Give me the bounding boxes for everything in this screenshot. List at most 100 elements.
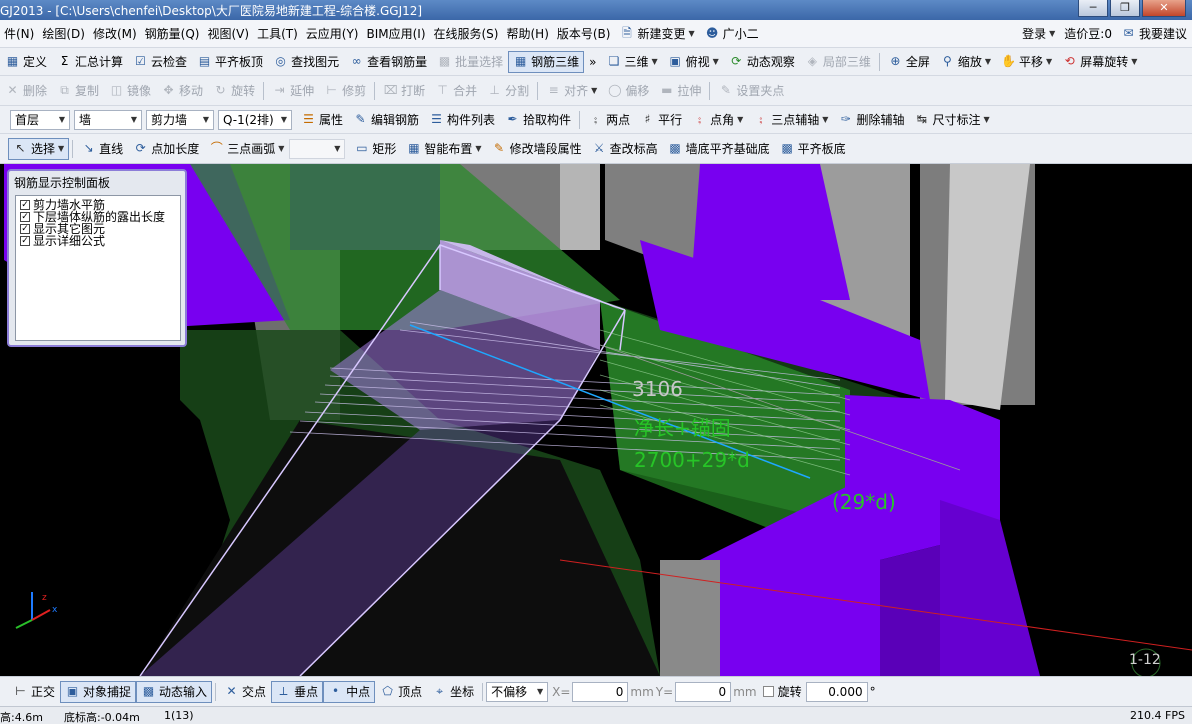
maximize-button[interactable]: ❐ <box>1110 0 1140 17</box>
offset-mode-select[interactable]: 不偏移 ▼ <box>486 681 549 702</box>
dynamic-view-button[interactable]: ⟳ 动态观察 <box>724 51 800 73</box>
split-button[interactable]: ⊥ 分割 <box>482 80 534 102</box>
flush-top-button[interactable]: ▤ 平齐板顶 <box>192 51 268 73</box>
copy-button[interactable]: ⧉ 复制 <box>52 80 104 102</box>
delete-axis-button[interactable]: ✑ 删除辅轴 <box>833 109 909 131</box>
pan-button[interactable]: ✋ 平移 ▼ <box>996 51 1057 73</box>
define-button[interactable]: ▦ 定义 <box>0 51 52 73</box>
dynamic-input-toggle[interactable]: ▩ 动态输入 <box>136 680 213 703</box>
menu-tools[interactable]: 工具(T) <box>253 20 302 47</box>
menu-modify[interactable]: 修改(M) <box>89 20 141 47</box>
rect-button[interactable]: ▭ 矩形 <box>349 138 401 160</box>
three-point-arc-button[interactable]: ⌒ 三点画弧 ▼ <box>204 138 289 160</box>
login-button[interactable]: 登录 ▼ <box>1017 23 1060 45</box>
menu-draw[interactable]: 绘图(D) <box>38 20 89 47</box>
trim-button[interactable]: ⊢ 修剪 <box>319 80 371 102</box>
zoom-button[interactable]: ⚲ 缩放 ▼ <box>935 51 996 73</box>
rebar-display-panel[interactable]: 钢筋显示控制面板 ✓ 剪力墙水平筋 ✓ 下层墙体纵筋的露出长度 ✓ 显示其它图元 ✓ 显… <box>7 169 187 347</box>
checkbox-checked-icon[interactable]: ✓ <box>20 212 30 222</box>
x-input[interactable]: 0 <box>572 681 629 702</box>
rotate-button[interactable]: ↻ 旋转 <box>208 80 260 102</box>
coordinate-snap[interactable]: ⌖ 坐标 <box>427 681 479 703</box>
menu-cloud[interactable]: 云应用(Y) <box>302 20 363 47</box>
extend-button[interactable]: ⇥ 延伸 <box>267 80 319 102</box>
rebar-3d-button[interactable]: ▦ 钢筋三维 <box>508 50 585 73</box>
suggest-button[interactable]: ✉ 我要建议 <box>1116 23 1192 45</box>
break-button[interactable]: ⌧ 打断 <box>378 80 430 102</box>
perpendicular-snap[interactable]: ⟂ 垂点 <box>271 680 324 703</box>
mirror-button[interactable]: ◫ 镜像 <box>104 80 156 102</box>
batch-select-button[interactable]: ▩ 批量选择 <box>432 51 508 73</box>
top-view-icon: ▣ <box>669 54 681 68</box>
screen-rotate-button[interactable]: ⟲ 屏幕旋转 ▼ <box>1057 51 1142 73</box>
type-select[interactable]: 剪力墙 ▼ <box>146 109 214 130</box>
dimension-button[interactable]: ↹ 尺寸标注 ▼ <box>909 109 994 131</box>
floor-select[interactable]: 首层 ▼ <box>10 109 70 130</box>
three-point-axis-button[interactable]: ⨟ 三点辅轴 ▼ <box>748 109 833 131</box>
checkbox-checked-icon[interactable]: ✓ <box>20 200 30 210</box>
object-snap-toggle[interactable]: ▣ 对象捕捉 <box>60 680 137 703</box>
check-elevation-button[interactable]: ⚔ 查改标高 <box>587 138 663 160</box>
checkbox-checked-icon[interactable]: ✓ <box>20 236 30 246</box>
stretch-button[interactable]: ▬ 拉伸 <box>654 80 706 102</box>
menu-rebar-qty[interactable]: 钢筋量(Q) <box>141 20 204 47</box>
menu-file[interactable]: 件(N) <box>0 20 38 47</box>
align-slab-bottom-button[interactable]: ▩ 平齐板底 <box>775 138 851 160</box>
pick-element-button[interactable]: ✒ 拾取构件 <box>500 109 576 131</box>
rotate-checkbox[interactable] <box>762 686 774 697</box>
cloud-check-button[interactable]: ☑ 云检查 <box>128 51 192 73</box>
separator <box>709 81 711 100</box>
edit-rebar-button[interactable]: ✎ 编辑钢筋 <box>348 109 424 131</box>
smart-layout-button[interactable]: ▦ 智能布置 ▼ <box>401 138 486 160</box>
y-input[interactable]: 0 <box>675 681 732 702</box>
menu-version[interactable]: 版本号(B) <box>553 20 615 47</box>
xiaoer-button[interactable]: ☻ 广小二 <box>700 23 764 45</box>
view-rebar-button[interactable]: ∞ 查看钢筋量 <box>344 51 432 73</box>
point-angle-button[interactable]: ⨟ 点角 ▼ <box>687 109 748 131</box>
element-select[interactable]: Q-1(2排) ▼ <box>218 109 292 130</box>
select-button[interactable]: ↖ 选择 ▼ <box>8 137 70 160</box>
parallel-icon: ♯ <box>644 112 651 126</box>
rotate-input[interactable]: 0.000 <box>805 681 868 702</box>
parallel-button[interactable]: ♯ 平行 <box>635 109 687 131</box>
close-button[interactable]: ✕ <box>1142 0 1186 17</box>
minimize-button[interactable]: ─ <box>1078 0 1108 17</box>
align-button[interactable]: ≡ 对齐 ▼ <box>541 80 602 102</box>
menu-bim[interactable]: BIM应用(I) <box>362 20 429 47</box>
checkbox-checked-icon[interactable]: ✓ <box>20 224 30 234</box>
menu-help[interactable]: 帮助(H) <box>502 20 552 47</box>
ortho-toggle[interactable]: ⊢ 正交 <box>8 681 60 703</box>
menu-view[interactable]: 视图(V) <box>203 20 253 47</box>
property-button[interactable]: ☰ 属性 <box>296 109 348 131</box>
find-element-button[interactable]: ◎ 查找图元 <box>268 51 344 73</box>
vertex-snap[interactable]: ⬠ 顶点 <box>375 681 427 703</box>
slab-align-icon: ▩ <box>781 141 793 155</box>
more-button[interactable]: » <box>584 51 601 73</box>
move-button[interactable]: ✥ 移动 <box>156 80 208 102</box>
line-button[interactable]: ↘ 直线 <box>76 138 128 160</box>
mirror-icon: ◫ <box>110 83 123 97</box>
cost-beans[interactable]: 造价豆:0 <box>1060 20 1116 47</box>
delete-button[interactable]: ✕ 删除 <box>0 80 52 102</box>
two-points-button[interactable]: ⨟ 两点 <box>583 109 635 131</box>
top-view-button[interactable]: ▣ 俯视 ▼ <box>663 51 724 73</box>
wall-bottom-align-button[interactable]: ▩ 墙底平齐基础底 <box>663 138 775 160</box>
set-grip-button[interactable]: ✎ 设置夹点 <box>713 80 789 102</box>
sum-calc-button[interactable]: Σ 汇总计算 <box>52 51 128 73</box>
menu-online[interactable]: 在线服务(S) <box>430 20 503 47</box>
modify-segment-button[interactable]: ✎ 修改墙段属性 <box>487 138 587 160</box>
three-d-button[interactable]: ❏ 三维 ▼ <box>601 51 662 73</box>
local-3d-button[interactable]: ◈ 局部三维 <box>800 51 876 73</box>
category-select[interactable]: 墙 ▼ <box>74 109 142 130</box>
arc-option-select[interactable]: ▼ <box>289 138 346 159</box>
app-window: GJ2013 - [C:\Users\chenfei\Desktop\大厂医院易… <box>0 0 1192 724</box>
merge-button[interactable]: ⊤ 合并 <box>430 80 482 102</box>
element-list-button[interactable]: ☰ 构件列表 <box>424 109 500 131</box>
midpoint-snap[interactable]: • 中点 <box>323 680 376 703</box>
intersection-snap[interactable]: ✕ 交点 <box>219 681 271 703</box>
new-change-button[interactable]: 🗎 新建变更 ▼ <box>614 23 699 45</box>
fullscreen-button[interactable]: ⊕ 全屏 <box>883 51 935 73</box>
option-show-formula[interactable]: ✓ 显示详细公式 <box>20 235 180 247</box>
offset-button[interactable]: ◯ 偏移 <box>602 80 654 102</box>
point-length-button[interactable]: ⟳ 点加长度 <box>128 138 204 160</box>
